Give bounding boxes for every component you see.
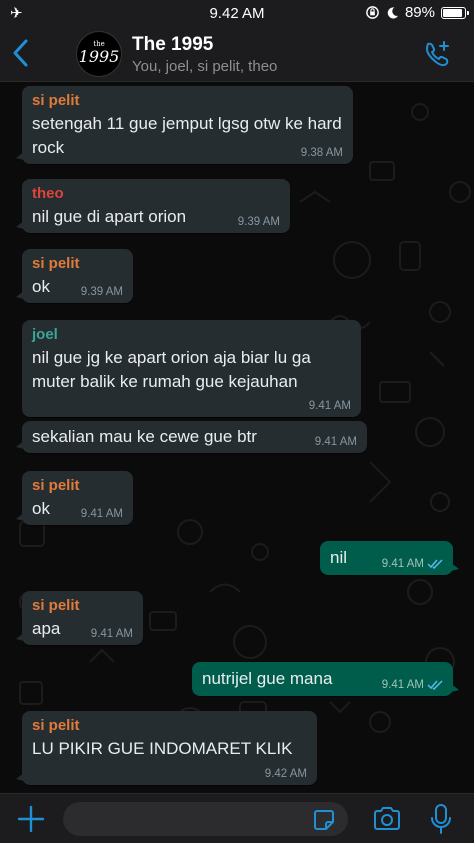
message-time: 9.41 AM: [382, 679, 443, 691]
bubble-tail: [451, 684, 459, 692]
time-label: 9.42 AM: [264, 768, 307, 780]
time-label: 9.39 AM: [80, 286, 123, 298]
add-call-icon[interactable]: [422, 39, 452, 69]
avatar-text-number: 1995: [78, 47, 120, 66]
message-time: 9.41 AM: [315, 436, 357, 448]
message-input-bar: [0, 793, 474, 843]
message-text: LU PIKIR GUE INDOMARET KLIK: [32, 739, 293, 758]
status-right: 89%: [365, 4, 469, 21]
microphone-icon[interactable]: [428, 803, 454, 835]
back-icon[interactable]: [8, 36, 36, 70]
time-label: 9.41 AM: [90, 628, 133, 640]
message-incoming[interactable]: si pelit ok 9.39 AM: [16, 249, 133, 303]
message-time: 9.39 AM: [81, 286, 123, 298]
double-check-icon: [427, 559, 443, 569]
time-label: 9.41 AM: [314, 436, 357, 448]
group-title[interactable]: The 1995: [132, 34, 213, 56]
message-time: 9.41 AM: [382, 558, 443, 570]
camera-icon[interactable]: [372, 805, 402, 833]
message-incoming[interactable]: si pelit ok 9.41 AM: [16, 471, 133, 525]
plus-icon[interactable]: [16, 804, 46, 834]
bubble-tail: [16, 513, 24, 521]
message-time: 9.41 AM: [81, 508, 123, 520]
time-label: 9.41 AM: [381, 679, 424, 691]
message-sender: si pelit: [32, 717, 80, 734]
message-sender: si pelit: [32, 597, 80, 614]
chat-area[interactable]: si pelit setengah 11 gue jemput lgsg otw…: [0, 82, 474, 793]
bubble-tail: [451, 563, 459, 571]
message-sender: si pelit: [32, 255, 80, 272]
sticker-icon[interactable]: [313, 809, 335, 831]
status-bar: ✈ 9.42 AM 89%: [0, 0, 474, 26]
message-time: 9.38 AM: [301, 147, 343, 159]
bubble-tail: [16, 152, 24, 160]
message-sender: theo: [32, 185, 64, 202]
message-text: nil gue jg ke apart orion aja biar lu ga…: [32, 348, 311, 391]
message-incoming[interactable]: si pelit apa 9.41 AM: [16, 591, 143, 645]
message-input[interactable]: [63, 802, 348, 836]
message-incoming[interactable]: theo nil gue di apart orion 9.39 AM: [16, 179, 290, 233]
bubble-tail: [16, 221, 24, 229]
bubble-tail: [16, 291, 24, 299]
bubble-tail: [16, 441, 24, 449]
lock-rotation-icon: [366, 6, 379, 19]
bubble-tail: [16, 633, 24, 641]
message-time: 9.41 AM: [91, 628, 133, 640]
group-avatar[interactable]: the 1995: [76, 31, 122, 77]
time-label: 9.41 AM: [308, 400, 351, 412]
message-text: setengah 11 gue jemput lgsg otw ke hard …: [32, 114, 342, 157]
battery-percent: 89%: [404, 4, 435, 21]
time-label: 9.39 AM: [237, 216, 280, 228]
message-time: 9.41 AM: [309, 400, 351, 412]
chat-header: the 1995 The 1995 You, joel, si pelit, t…: [0, 26, 474, 82]
message-time: 9.42 AM: [265, 768, 307, 780]
time-label: 9.38 AM: [300, 147, 343, 159]
message-incoming[interactable]: si pelit setengah 11 gue jemput lgsg otw…: [16, 86, 353, 164]
message-incoming[interactable]: sekalian mau ke cewe gue btr 9.41 AM: [16, 421, 367, 453]
message-outgoing[interactable]: nil 9.41 AM: [320, 541, 459, 575]
time-label: 9.41 AM: [381, 558, 424, 570]
message-incoming[interactable]: si pelit LU PIKIR GUE INDOMARET KLIK 9.4…: [16, 711, 317, 785]
message-sender: joel: [32, 326, 58, 343]
message-text: sekalian mau ke cewe gue btr: [32, 427, 257, 446]
time-label: 9.41 AM: [80, 508, 123, 520]
battery-icon: [441, 6, 469, 19]
message-sender: si pelit: [32, 92, 80, 109]
group-members[interactable]: You, joel, si pelit, theo: [132, 58, 277, 75]
battery-level: [443, 8, 462, 17]
message-time: 9.39 AM: [238, 216, 280, 228]
moon-icon: [387, 6, 399, 18]
message-incoming[interactable]: joel nil gue jg ke apart orion aja biar …: [22, 320, 361, 417]
bubble-tail: [16, 773, 24, 781]
message-sender: si pelit: [32, 477, 80, 494]
double-check-icon: [427, 680, 443, 690]
message-outgoing[interactable]: nutrijel gue mana 9.41 AM: [192, 662, 459, 696]
